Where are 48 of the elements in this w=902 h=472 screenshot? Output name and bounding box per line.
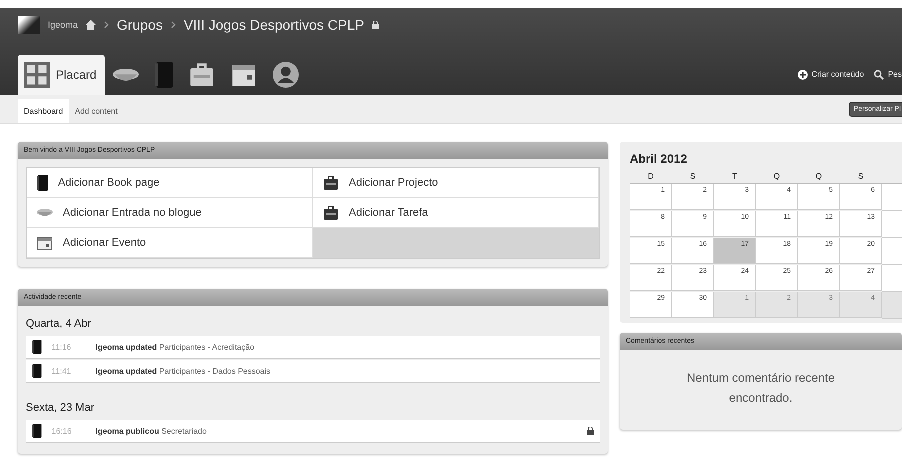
home-icon[interactable]	[86, 20, 96, 30]
book-icon	[37, 174, 48, 190]
chevron-icon	[104, 21, 110, 29]
date-heading: Sexta, 23 Mar	[25, 401, 96, 416]
empty-message: Nentum comentário recente encontrado.	[686, 370, 836, 407]
activity-text: Igeoma updated Participantes - Dados Pessoais	[96, 366, 271, 376]
activity-text: Igeoma publicou Secretariado	[96, 426, 207, 436]
date-heading: Quarta, 4 Abr	[25, 317, 92, 332]
dashboard-icon	[24, 62, 50, 88]
avatar-icon[interactable]	[18, 16, 40, 34]
activity-time: 11:16	[50, 342, 72, 352]
activity-time: 16:16	[50, 426, 73, 436]
dish-icon	[112, 68, 139, 82]
activity-time: 11:41	[50, 366, 72, 376]
briefcase-icon	[323, 174, 339, 190]
dish-icon	[37, 208, 53, 216]
add-content-link[interactable]: Adicionar Book page	[27, 168, 313, 198]
activity-text: Igeoma updated Participantes - Acreditação	[96, 342, 255, 352]
calendar-title: Abril 2012	[630, 152, 688, 166]
calendar-cell	[882, 184, 902, 211]
create-content-link[interactable]: Criar conteúdo	[798, 70, 864, 80]
briefcase-icon	[323, 204, 339, 220]
person-icon	[272, 62, 299, 88]
calendar-cell	[882, 238, 902, 265]
breadcrumb-link[interactable]: Grupos	[117, 17, 163, 33]
book-icon	[154, 62, 173, 88]
user-name[interactable]: Igeoma	[48, 20, 78, 30]
book-icon	[32, 424, 42, 438]
lock-icon	[372, 21, 380, 29]
add-content-link[interactable]: Adicionar Evento	[27, 228, 313, 258]
search-icon	[874, 70, 884, 80]
calendar-icon	[37, 234, 53, 250]
sub-tab[interactable]: Add content	[69, 99, 124, 123]
calendar-cell	[882, 211, 902, 238]
book-icon	[32, 364, 42, 378]
sub-tab[interactable]: Dashboard	[18, 99, 70, 123]
book-icon	[32, 340, 42, 354]
calendar-cell	[882, 265, 902, 292]
chevron-icon	[170, 21, 176, 29]
briefcase-icon	[188, 62, 215, 88]
add-content-link[interactable]: Adicionar Entrada no blogue	[27, 198, 313, 228]
plus-icon	[798, 70, 808, 80]
nav-tab[interactable]: Placard	[18, 55, 105, 95]
breadcrumb-link[interactable]: VIII Jogos Desportivos CPLP	[184, 17, 364, 33]
search-link[interactable]: Pes	[874, 70, 902, 80]
add-content-link[interactable]: Adicionar Tarefa	[313, 198, 599, 228]
add-content-link[interactable]: Adicionar Projecto	[313, 168, 599, 198]
lock-icon	[587, 427, 594, 435]
